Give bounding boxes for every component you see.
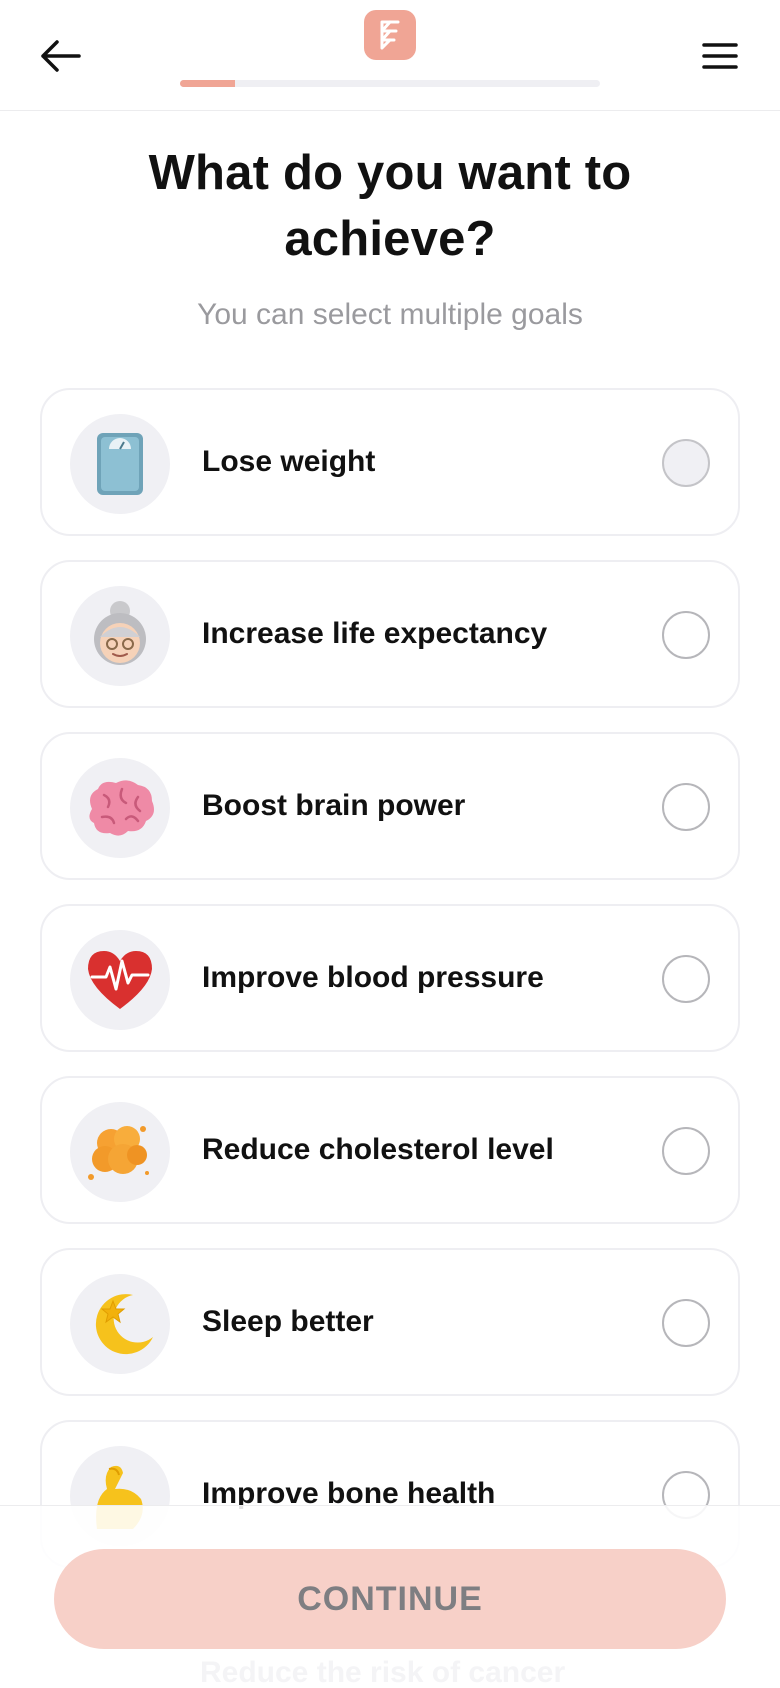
arrow-left-icon — [41, 40, 81, 72]
goal-radio[interactable] — [662, 1127, 710, 1175]
next-goal-label: Reduce the risk of cancer — [200, 1656, 566, 1688]
page-subtitle: You can select multiple goals — [197, 298, 583, 331]
goal-label: Reduce cholesterol level — [202, 1133, 554, 1166]
back-button[interactable] — [36, 32, 84, 80]
progress-fill — [180, 80, 235, 87]
goal-radio[interactable] — [662, 955, 710, 1003]
top-bar — [0, 0, 780, 111]
progress-bar — [180, 80, 600, 87]
heart-pulse-icon — [70, 930, 170, 1030]
goal-radio[interactable] — [662, 439, 710, 487]
goal-label: Increase life expectancy — [202, 617, 548, 650]
page-title: What do you want to achieve? — [148, 146, 632, 266]
goal-option-sleep-better[interactable]: Sleep better — [40, 1248, 740, 1396]
scale-icon — [70, 414, 170, 514]
goal-option-increase-life-expectancy[interactable]: Increase life expectancy — [40, 560, 740, 708]
goal-radio[interactable] — [662, 783, 710, 831]
goal-label: Lose weight — [202, 445, 376, 478]
goal-option-boost-brain-power[interactable]: Boost brain power — [40, 732, 740, 880]
goal-label: Boost brain power — [202, 789, 466, 822]
goal-label: Improve blood pressure — [202, 961, 544, 994]
goal-option-reduce-cholesterol-level[interactable]: Reduce cholesterol level — [40, 1076, 740, 1224]
footer-bar: Reduce the risk of cancer CONTINUE — [0, 1505, 780, 1688]
hamburger-menu-icon — [702, 43, 738, 69]
brain-icon — [70, 758, 170, 858]
cholesterol-blob-icon — [70, 1102, 170, 1202]
goal-option-lose-weight[interactable]: Lose weight — [40, 388, 740, 536]
goal-radio[interactable] — [662, 1299, 710, 1347]
goal-radio[interactable] — [662, 611, 710, 659]
goal-list: Lose weight Increase life expectancy Boo… — [40, 388, 740, 1592]
brand-logo-icon — [364, 10, 416, 60]
menu-button[interactable] — [696, 32, 744, 80]
goal-option-improve-blood-pressure[interactable]: Improve blood pressure — [40, 904, 740, 1052]
goal-label: Sleep better — [202, 1305, 374, 1338]
moon-star-icon — [70, 1274, 170, 1374]
old-woman-icon — [70, 586, 170, 686]
continue-button[interactable]: CONTINUE — [54, 1549, 726, 1649]
